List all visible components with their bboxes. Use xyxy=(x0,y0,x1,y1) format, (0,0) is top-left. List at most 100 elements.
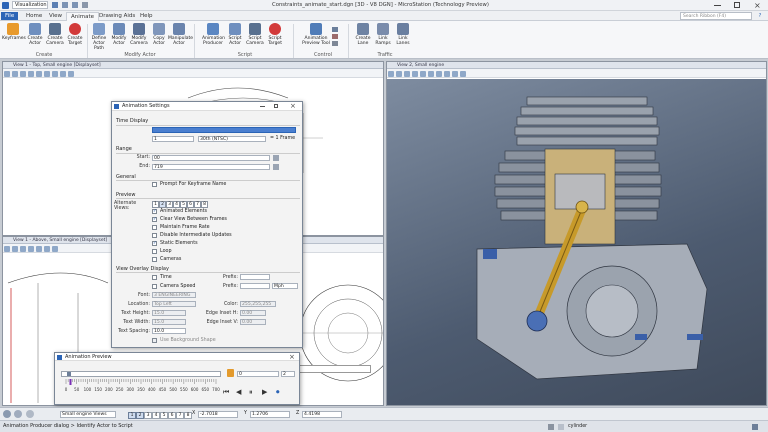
font-select[interactable]: 3 ENGINEERING xyxy=(152,292,196,298)
calendar-icon[interactable] xyxy=(273,164,279,170)
clear-view-checkbox[interactable]: ✓ xyxy=(152,217,157,222)
rotate-view-icon[interactable] xyxy=(44,70,50,77)
fps-field[interactable]: 1 xyxy=(152,136,194,142)
rotate-view-icon[interactable] xyxy=(428,70,434,77)
transport-controls[interactable]: ⏮ ◀ ⏸ ▶ ⏺ xyxy=(223,387,293,397)
zoom-out-icon[interactable] xyxy=(20,70,26,77)
undo-icon[interactable] xyxy=(61,2,68,8)
animation-preview-tool-button[interactable]: Animation Preview Tool xyxy=(302,23,330,46)
modify-actor-button[interactable]: Modify Actor xyxy=(108,23,130,46)
element-selection-icon[interactable] xyxy=(3,410,11,418)
speed-unit-select[interactable]: Mph xyxy=(272,283,298,289)
zoom-in-icon[interactable] xyxy=(12,245,18,252)
timeline-ruler[interactable]: 0 50 100 150 200 250 300 350 400 450 500 550 600 650 7… xyxy=(61,379,221,393)
play-backward-icon[interactable]: ◀ xyxy=(236,387,241,397)
text-width-field[interactable]: 15.0 xyxy=(152,319,186,325)
script-target-button[interactable]: Script Target xyxy=(264,23,286,46)
view-group-select[interactable]: Small engine Views xyxy=(60,411,116,418)
time-format-select[interactable] xyxy=(152,127,296,133)
prompt-keyframe-checkbox[interactable] xyxy=(152,182,157,187)
tab-home[interactable]: Home xyxy=(22,12,46,20)
create-actor-button[interactable]: Create Actor xyxy=(24,23,46,46)
text-spacing-field[interactable]: 10.0 xyxy=(152,328,186,334)
tab-drawing-aids[interactable]: Drawing Aids xyxy=(95,12,139,20)
disable-updates-checkbox[interactable] xyxy=(152,233,157,238)
view-toggle-6[interactable]: 6 xyxy=(187,201,194,208)
animation-producer-button[interactable]: Animation Producer xyxy=(202,23,225,46)
notification-icon[interactable] xyxy=(752,424,758,430)
create-camera-button[interactable]: Create Camera xyxy=(44,23,66,46)
close-icon[interactable]: × xyxy=(289,353,295,361)
search-ribbon-input[interactable]: Search Ribbon (F4) xyxy=(680,12,752,20)
view-previous-icon[interactable] xyxy=(444,70,450,77)
window-area-icon[interactable] xyxy=(412,70,418,77)
print-icon[interactable] xyxy=(81,2,88,8)
fit-view-icon[interactable] xyxy=(36,70,42,77)
view-toggle-4[interactable]: 4 xyxy=(173,201,180,208)
view-button-1[interactable]: 1 xyxy=(128,412,136,419)
accudraw-icon[interactable] xyxy=(14,410,22,418)
script-actor-button[interactable]: Script Actor xyxy=(224,23,246,46)
view-toggle-7[interactable]: 7 xyxy=(194,201,201,208)
view-toggle-5[interactable]: 5 xyxy=(180,201,187,208)
view-toggle-1[interactable]: 1 xyxy=(152,201,159,208)
view-toggle-2[interactable]: 2 xyxy=(159,201,166,208)
view-perspective-toolbar[interactable] xyxy=(387,69,766,78)
view-toggle-3[interactable]: 3 xyxy=(166,201,173,208)
settings-icon[interactable] xyxy=(332,41,338,46)
calendar-icon[interactable] xyxy=(273,155,279,161)
frame-field[interactable]: 0 xyxy=(237,371,279,377)
play-forward-icon[interactable]: ▶ xyxy=(262,387,267,397)
preview-scrubber[interactable] xyxy=(61,371,221,377)
zoom-in-icon[interactable] xyxy=(12,70,18,77)
link-ramps-button[interactable]: Link Ramps xyxy=(372,23,394,46)
redo-icon[interactable] xyxy=(71,2,78,8)
edge-inset-h-field[interactable]: 0.00 xyxy=(240,310,266,316)
view-buttons[interactable]: 12345678 xyxy=(128,411,196,419)
camera-speed-checkbox[interactable] xyxy=(152,284,157,289)
view-button-6[interactable]: 6 xyxy=(168,412,176,419)
viewport-canvas[interactable] xyxy=(387,79,766,405)
view-toggle-8[interactable]: 8 xyxy=(201,201,208,208)
view-attributes-icon[interactable] xyxy=(4,70,10,77)
view-button-4[interactable]: 4 xyxy=(152,412,160,419)
maximize-icon[interactable] xyxy=(734,2,740,8)
zoom-out-icon[interactable] xyxy=(404,70,410,77)
create-lane-button[interactable]: Create Lane xyxy=(352,23,374,46)
pan-view-icon[interactable] xyxy=(52,245,58,252)
view-previous-icon[interactable] xyxy=(60,70,66,77)
tab-help[interactable]: Help xyxy=(136,12,157,20)
view-perspective[interactable]: View 2, Small engine xyxy=(386,61,767,406)
alternate-views-buttons[interactable]: 12345678 xyxy=(152,200,216,208)
copy-actor-button[interactable]: Copy Actor xyxy=(148,23,170,46)
record-icon[interactable] xyxy=(332,34,338,39)
manipulate-actor-button[interactable]: Manipulate Actor xyxy=(168,23,193,46)
active-level[interactable]: cylinder xyxy=(568,421,587,432)
close-icon[interactable]: × xyxy=(290,102,296,111)
maintain-frame-rate-checkbox[interactable] xyxy=(152,225,157,230)
view-button-2[interactable]: 2 xyxy=(136,412,144,419)
edge-inset-v-field[interactable]: 0.00 xyxy=(240,319,266,325)
go-to-start-icon[interactable]: ⏮ xyxy=(223,387,229,397)
link-lanes-button[interactable]: Link Lanes xyxy=(392,23,414,46)
step-field[interactable]: 2 xyxy=(281,371,295,377)
view-button-5[interactable]: 5 xyxy=(160,412,168,419)
loop-checkbox[interactable] xyxy=(152,249,157,254)
view-dropdown[interactable] xyxy=(291,365,371,373)
record-icon[interactable]: ⏺ xyxy=(276,387,280,397)
text-height-field[interactable]: 15.0 xyxy=(152,310,186,316)
pan-view-icon[interactable] xyxy=(436,70,442,77)
zoom-in-icon[interactable] xyxy=(396,70,402,77)
frame-rate-select[interactable]: 30th (NTSC) xyxy=(198,136,266,142)
close-icon[interactable]: × xyxy=(754,0,761,11)
tab-view[interactable]: View xyxy=(45,12,66,20)
modify-camera-button[interactable]: Modify Camera xyxy=(128,23,150,46)
maximize-icon[interactable] xyxy=(274,104,278,108)
color-select[interactable]: 255,255,255 xyxy=(240,301,276,307)
start-field[interactable]: 00 xyxy=(152,155,270,161)
view-attributes-icon[interactable] xyxy=(388,70,394,77)
scrubber-thumb[interactable] xyxy=(66,372,71,376)
end-field[interactable]: 719 xyxy=(152,164,270,170)
speed-prefix-field[interactable] xyxy=(240,283,270,289)
animated-elements-checkbox[interactable]: ✓ xyxy=(152,209,157,214)
